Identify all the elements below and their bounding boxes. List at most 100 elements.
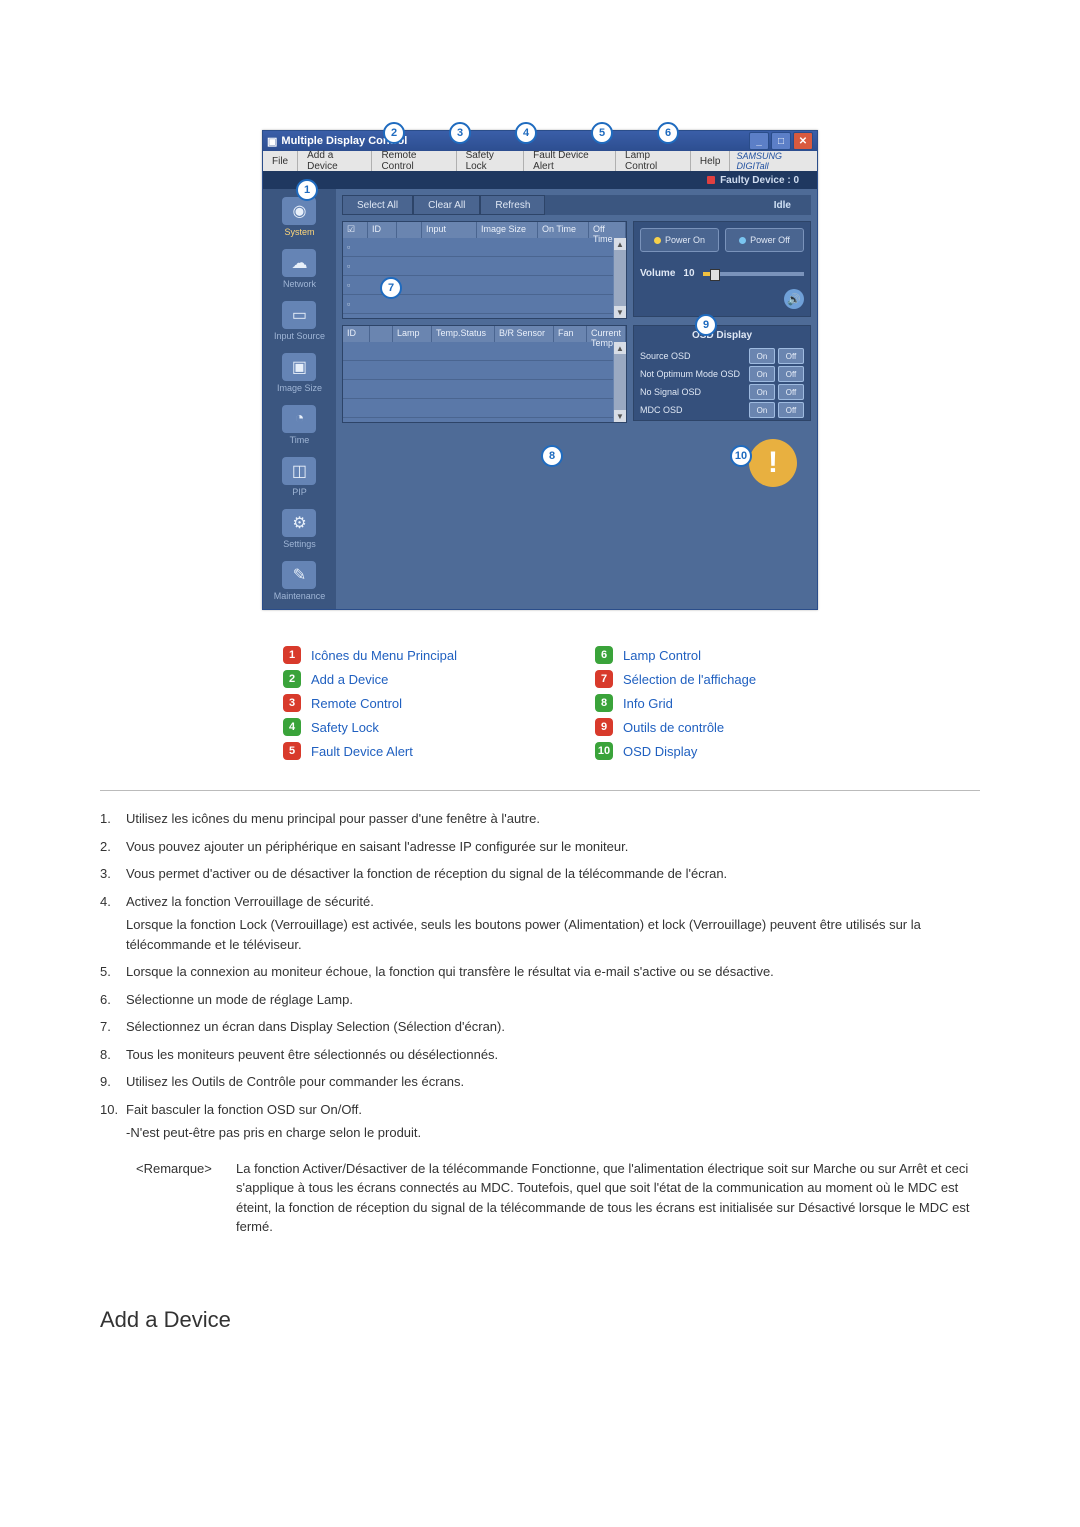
sidebar-item-maintenance[interactable]: ✎ Maintenance [267, 561, 331, 601]
sidebar-item-system[interactable]: ◉ System [267, 197, 331, 237]
legend-label: Sélection de l'affichage [623, 672, 756, 687]
power-off-label: Power Off [750, 235, 790, 245]
scroll-up-icon[interactable]: ▲ [614, 238, 626, 250]
legend-badge: 9 [595, 718, 613, 736]
sidebar-item-label: PIP [292, 487, 307, 497]
list-text: Sélectionne un mode de réglage Lamp. [126, 990, 980, 1010]
sidebar-item-input-source[interactable]: ▭ Input Source [267, 301, 331, 341]
sidebar-item-pip[interactable]: ◫ PIP [267, 457, 331, 497]
legend-label: OSD Display [623, 744, 697, 759]
legend-label: Add a Device [311, 672, 388, 687]
osd-off-button[interactable]: Off [778, 384, 804, 400]
callout-3: 3 [449, 122, 471, 144]
osd-label: MDC OSD [640, 405, 746, 415]
callout-7: 7 [380, 277, 402, 299]
list-text: Vous pouvez ajouter un périphérique en s… [126, 837, 980, 857]
faulty-led-icon [707, 176, 715, 184]
osd-on-button[interactable]: On [749, 402, 775, 418]
legend-item-10: 10 OSD Display [595, 742, 837, 760]
menu-file[interactable]: File [263, 151, 298, 171]
osd-on-button[interactable]: On [749, 366, 775, 382]
menu-safety-lock[interactable]: Safety Lock [457, 151, 525, 171]
menu-help[interactable]: Help [691, 151, 731, 171]
menu-lamp-control[interactable]: Lamp Control [616, 151, 691, 171]
legend-item-2: 2 Add a Device [283, 670, 525, 688]
legend-badge: 5 [283, 742, 301, 760]
osd-on-button[interactable]: On [749, 348, 775, 364]
scrollbar[interactable]: ▲ ▼ [613, 238, 626, 318]
osd-off-button[interactable]: Off [778, 402, 804, 418]
scroll-up-icon[interactable]: ▲ [614, 342, 626, 354]
table-row[interactable]: ▫ [343, 238, 626, 257]
time-icon: ◔ [282, 405, 316, 433]
sidebar-item-image-size[interactable]: ▣ Image Size [267, 353, 331, 393]
list-item: 3.Vous permet d'activer ou de désactiver… [100, 864, 980, 884]
speaker-icon[interactable]: 🔊 [784, 289, 804, 309]
legend-badge: 4 [283, 718, 301, 736]
th-image-size: Image Size [477, 222, 538, 238]
scroll-down-icon[interactable]: ▼ [614, 306, 626, 318]
maximize-button[interactable]: □ [771, 132, 791, 150]
table-row[interactable]: ▫ [343, 257, 626, 276]
volume-slider[interactable] [703, 272, 804, 276]
callout-6: 6 [657, 122, 679, 144]
power-on-button[interactable]: Power On [640, 228, 719, 252]
menubar: File Add a Device Remote Control Safety … [263, 151, 817, 171]
info-grid-table: ID Lamp Temp.Status B/R Sensor Fan Curre… [342, 325, 627, 423]
system-icon: ◉ [282, 197, 316, 225]
refresh-button[interactable]: Refresh [480, 195, 545, 215]
close-button[interactable]: ✕ [793, 132, 813, 150]
osd-off-button[interactable]: Off [778, 366, 804, 382]
list-text: Activez la fonction Verrouillage de sécu… [126, 892, 980, 955]
minimize-button[interactable]: _ [749, 132, 769, 150]
scrollbar[interactable]: ▲ ▼ [613, 342, 626, 422]
sidebar-item-label: Maintenance [274, 591, 326, 601]
legend-item-8: 8 Info Grid [595, 694, 837, 712]
osd-row-not-optimum: Not Optimum Mode OSD On Off [640, 365, 804, 383]
legend-badge: 6 [595, 646, 613, 664]
toolbar: Select All Clear All Refresh Idle [342, 195, 811, 215]
list-item: 7.Sélectionnez un écran dans Display Sel… [100, 1017, 980, 1037]
sidebar-item-label: Network [283, 279, 316, 289]
sidebar-item-network[interactable]: ☁ Network [267, 249, 331, 289]
th-on-time: On Time [538, 222, 589, 238]
table-row[interactable] [343, 361, 626, 380]
table-row[interactable] [343, 380, 626, 399]
volume-knob[interactable] [710, 269, 720, 281]
menu-remote-control[interactable]: Remote Control [372, 151, 456, 171]
callout-4: 4 [515, 122, 537, 144]
clear-all-button[interactable]: Clear All [413, 195, 480, 215]
power-on-led-icon [654, 237, 661, 244]
scroll-down-icon[interactable]: ▼ [614, 410, 626, 422]
list-text: Utilisez les Outils de Contrôle pour com… [126, 1072, 980, 1092]
image-size-icon: ▣ [282, 353, 316, 381]
menu-add-device[interactable]: Add a Device [298, 151, 372, 171]
legend-label: Icônes du Menu Principal [311, 648, 457, 663]
list-item: 2.Vous pouvez ajouter un périphérique en… [100, 837, 980, 857]
list-item: 9.Utilisez les Outils de Contrôle pour c… [100, 1072, 980, 1092]
faulty-device-label: Faulty Device : 0 [720, 175, 799, 186]
th-check: ☑ [343, 222, 368, 238]
volume-value: 10 [683, 268, 694, 279]
brand-label: SAMSUNG DIGITall [730, 151, 817, 171]
list-item: 1.Utilisez les icônes du menu principal … [100, 809, 980, 829]
sidebar-item-settings[interactable]: ⚙ Settings [267, 509, 331, 549]
power-off-button[interactable]: Power Off [725, 228, 804, 252]
table-row[interactable] [343, 342, 626, 361]
sidebar-item-time[interactable]: ◔ Time [267, 405, 331, 445]
th-lamp: Lamp [393, 326, 432, 342]
legend-label: Outils de contrôle [623, 720, 724, 735]
select-all-button[interactable]: Select All [342, 195, 413, 215]
sidebar: ◉ System ☁ Network ▭ Input Source ▣ Imag… [263, 189, 336, 609]
osd-on-button[interactable]: On [749, 384, 775, 400]
osd-off-button[interactable]: Off [778, 348, 804, 364]
legend-badge: 2 [283, 670, 301, 688]
settings-icon: ⚙ [282, 509, 316, 537]
table-row[interactable] [343, 399, 626, 418]
sidebar-item-label: Image Size [277, 383, 322, 393]
pip-icon: ◫ [282, 457, 316, 485]
osd-title: OSD Display [640, 330, 804, 341]
list-text: Vous permet d'activer ou de désactiver l… [126, 864, 980, 884]
list-text: Tous les moniteurs peuvent être sélectio… [126, 1045, 980, 1065]
menu-fault-device-alert[interactable]: Fault Device Alert [524, 151, 616, 171]
